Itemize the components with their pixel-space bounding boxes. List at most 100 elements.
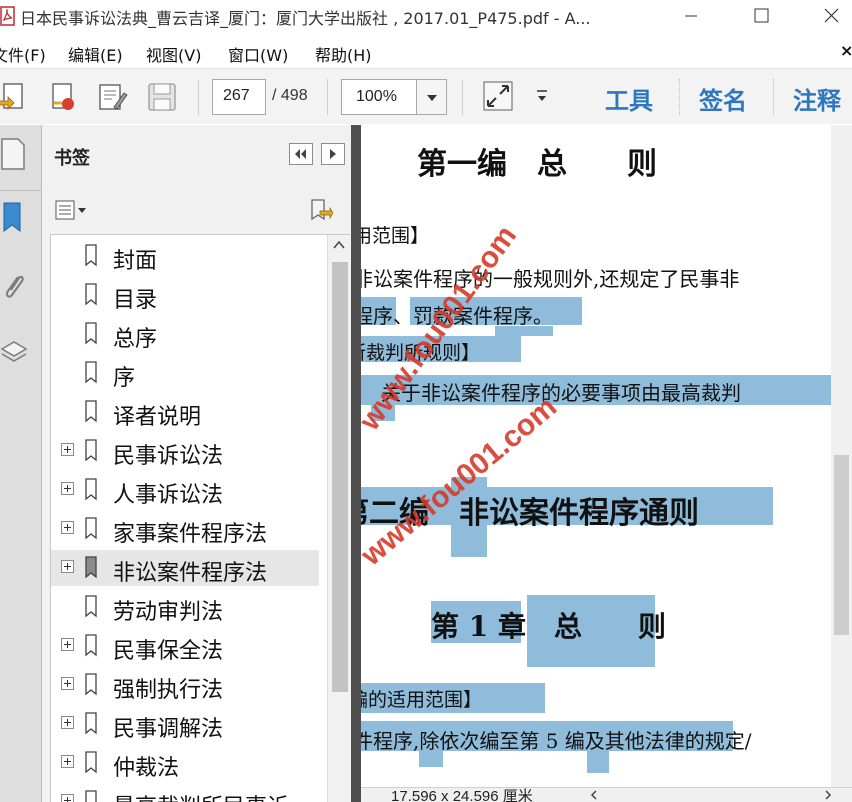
bookmark-icon bbox=[85, 283, 97, 306]
scrollbar-thumb[interactable] bbox=[332, 262, 348, 692]
toolbar-more-icon[interactable] bbox=[534, 87, 550, 107]
heading-part1: 第一编 总 则 bbox=[417, 147, 657, 182]
toolbar-separator bbox=[198, 79, 199, 115]
bookmark-item[interactable]: 仲裁法 bbox=[51, 745, 319, 781]
expand-toggle-icon[interactable] bbox=[61, 521, 74, 534]
bookmark-icon bbox=[85, 439, 97, 462]
expand-toggle-icon[interactable] bbox=[61, 560, 74, 573]
menu-edit[interactable]: 编辑(E) bbox=[68, 42, 123, 66]
bookmarks-scrollbar[interactable] bbox=[327, 235, 350, 802]
bookmark-item[interactable]: 人事诉讼法 bbox=[51, 472, 319, 508]
toolbar-separator bbox=[462, 79, 463, 115]
bookmark-label: 仲裁法 bbox=[113, 756, 180, 781]
bookmark-label: 最高裁判所民事诉 bbox=[113, 789, 289, 802]
tools-button[interactable]: 工具 bbox=[605, 81, 653, 116]
page-total: / 498 bbox=[272, 87, 308, 104]
scroll-left-icon[interactable] bbox=[587, 788, 601, 802]
doc-text-line: 非讼案件程序的一般规则外,还规定了民事非 bbox=[361, 267, 740, 291]
bookmark-label: 民事调解法 bbox=[113, 717, 224, 742]
window-title: 日本民事诉讼法典_曹云吉译_厦门：厦门大学出版社 , 2017.01_P475.… bbox=[20, 9, 591, 28]
expand-toggle-icon[interactable] bbox=[61, 677, 74, 690]
document-vertical-scrollbar[interactable] bbox=[831, 125, 852, 787]
zoom-dropdown-button[interactable] bbox=[416, 80, 446, 114]
bookmark-item[interactable]: 强制执行法 bbox=[51, 667, 319, 703]
bookmark-item[interactable]: 民事保全法 bbox=[51, 628, 319, 664]
bookmark-item[interactable]: 译者说明 bbox=[51, 394, 319, 430]
page-thumbnails-icon[interactable] bbox=[0, 133, 30, 175]
bookmark-icon bbox=[85, 517, 97, 540]
expand-toggle-icon[interactable] bbox=[61, 794, 74, 802]
chevron-down-icon bbox=[427, 95, 437, 101]
bookmark-item[interactable]: 目录 bbox=[51, 277, 319, 313]
close-window-icon[interactable] bbox=[808, 0, 852, 32]
bookmarks-title: 书签 bbox=[54, 148, 90, 169]
bookmark-icon bbox=[85, 361, 97, 384]
sign-button[interactable]: 签名 bbox=[699, 81, 747, 116]
menu-view[interactable]: 视图(V) bbox=[146, 42, 201, 66]
bookmark-item[interactable]: 劳动审判法 bbox=[51, 589, 319, 625]
bookmark-label: 序 bbox=[113, 366, 136, 391]
bookmark-item[interactable]: 封面 bbox=[51, 238, 319, 274]
expand-toggle-icon[interactable] bbox=[61, 755, 74, 768]
pane-splitter[interactable] bbox=[351, 125, 361, 802]
create-pdf-icon[interactable] bbox=[0, 81, 28, 113]
collapse-panel-button[interactable] bbox=[289, 143, 313, 165]
doc-text-line: 用范围】 bbox=[361, 225, 430, 247]
bookmarks-header: 书签 bbox=[42, 125, 351, 185]
page-size-label: 17.596 x 24.596 厘米 bbox=[391, 788, 533, 802]
attachments-icon[interactable] bbox=[0, 267, 30, 309]
bookmarks-list: 封面 目录 总序 序 译者说明 民事诉讼法 人事诉讼法 家事案件程序法 非讼案件… bbox=[50, 234, 350, 802]
bookmark-icon bbox=[85, 751, 97, 774]
expand-toggle-icon[interactable] bbox=[61, 716, 74, 729]
bookmark-options-icon[interactable] bbox=[54, 199, 90, 221]
expand-panel-button[interactable] bbox=[321, 143, 345, 165]
menu-bar: 文件(F) 编辑(E) 视图(V) 窗口(W) 帮助(H) × bbox=[0, 38, 852, 66]
bookmark-label: 总序 bbox=[113, 327, 158, 352]
menu-window[interactable]: 窗口(W) bbox=[228, 42, 288, 66]
scrollbar-thumb[interactable] bbox=[834, 455, 849, 635]
bookmark-label: 劳动审判法 bbox=[113, 600, 224, 625]
bookmark-icon bbox=[85, 322, 97, 345]
bookmark-icon bbox=[85, 673, 97, 696]
comment-button[interactable]: 注释 bbox=[793, 81, 841, 116]
nav-divider bbox=[0, 190, 42, 191]
bookmark-item-selected[interactable]: 非讼案件程序法 bbox=[51, 550, 319, 586]
edit-pdf-icon[interactable] bbox=[96, 81, 128, 113]
bookmark-icon bbox=[85, 244, 97, 267]
menu-file[interactable]: 文件(F) bbox=[0, 42, 46, 66]
bookmark-label: 非讼案件程序法 bbox=[113, 561, 268, 586]
toolbar-separator bbox=[679, 79, 680, 115]
zoom-select[interactable]: 100% bbox=[341, 79, 447, 115]
navigation-pane bbox=[0, 125, 42, 802]
scroll-right-icon[interactable] bbox=[821, 788, 835, 802]
close-document-button[interactable]: × bbox=[840, 41, 852, 60]
expand-toggle-icon[interactable] bbox=[61, 482, 74, 495]
expand-toggle-icon[interactable] bbox=[61, 443, 74, 456]
document-view: 第一编 总 则 用范围】 非讼案件程序的一般规则外,还规定了民事非 程序、罚款案… bbox=[361, 125, 852, 787]
bookmark-icon bbox=[85, 790, 97, 802]
bookmarks-icon[interactable] bbox=[0, 197, 30, 239]
bookmark-item[interactable]: 家事案件程序法 bbox=[51, 511, 319, 547]
menu-help[interactable]: 帮助(H) bbox=[315, 42, 372, 66]
scroll-up-icon[interactable] bbox=[328, 235, 350, 255]
layers-icon[interactable] bbox=[0, 329, 30, 371]
bookmark-label: 民事保全法 bbox=[113, 639, 224, 664]
minimize-icon[interactable] bbox=[668, 0, 714, 32]
bookmark-item[interactable]: 总序 bbox=[51, 316, 319, 352]
bookmark-item[interactable]: 民事调解法 bbox=[51, 706, 319, 742]
double-chevron-left-icon bbox=[295, 149, 306, 159]
page-number-input[interactable]: 267 bbox=[212, 79, 266, 115]
delete-bookmark-icon[interactable] bbox=[307, 197, 333, 223]
bookmark-item[interactable]: 民事诉讼法 bbox=[51, 433, 319, 469]
toolbar-separator bbox=[327, 79, 328, 115]
bookmark-item[interactable]: 序 bbox=[51, 355, 319, 391]
combine-files-icon[interactable] bbox=[46, 81, 78, 113]
bookmark-item[interactable]: 最高裁判所民事诉 bbox=[51, 784, 319, 802]
bookmark-icon bbox=[85, 634, 97, 657]
fit-page-icon[interactable] bbox=[482, 80, 514, 112]
maximize-icon[interactable] bbox=[738, 0, 784, 32]
bookmark-icon bbox=[85, 556, 97, 579]
status-bar: 17.596 x 24.596 厘米 bbox=[361, 787, 852, 802]
expand-toggle-icon[interactable] bbox=[61, 638, 74, 651]
save-icon[interactable] bbox=[146, 81, 178, 113]
